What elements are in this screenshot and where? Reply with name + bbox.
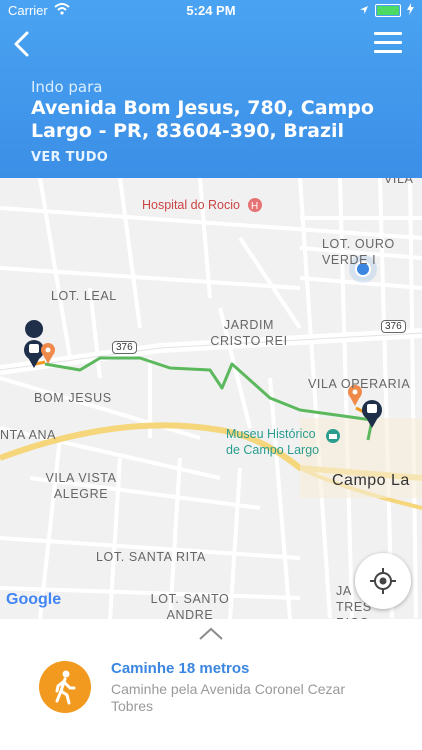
status-right bbox=[359, 3, 414, 18]
map-label-lot-leal: LOT. LEAL bbox=[51, 289, 117, 303]
step-subtitle: Caminhe pela Avenida Coronel Cezar Tobre… bbox=[111, 681, 345, 714]
map-label-lot-santa-rita: LOT. SANTA RITA bbox=[96, 550, 206, 564]
back-arrow-icon[interactable] bbox=[12, 30, 32, 58]
route-shield: 376 bbox=[112, 341, 137, 354]
map-label-santa-ana: NTA ANA bbox=[0, 428, 57, 442]
map-label-bom-jesus: BOM JESUS bbox=[34, 391, 112, 405]
battery-icon bbox=[375, 4, 401, 17]
chevron-up-icon[interactable] bbox=[198, 626, 224, 640]
locate-button[interactable] bbox=[355, 553, 411, 609]
map-label-lot-ouro-verde: LOT. OURO VERDE I bbox=[322, 237, 395, 267]
step-title: Caminhe 18 metros bbox=[111, 660, 250, 677]
header: Carrier 5:24 PM Indo para Avenida Bom Je… bbox=[0, 0, 422, 178]
status-bar: Carrier 5:24 PM bbox=[0, 0, 422, 22]
museum-icon bbox=[326, 429, 340, 443]
menu-icon[interactable] bbox=[374, 32, 402, 54]
map-label-hospital: Hospital do Rocio bbox=[142, 198, 240, 212]
map-label-jardim-cristo-rei: JARDIM CRISTO REI bbox=[210, 318, 288, 348]
google-logo: Google bbox=[6, 591, 62, 608]
map-label-museum: Museu Histórico de Campo Largo bbox=[226, 427, 320, 457]
map-label-vila: VILA bbox=[384, 178, 414, 186]
walking-icon bbox=[39, 661, 91, 713]
charging-icon bbox=[407, 3, 414, 18]
locate-icon bbox=[370, 568, 396, 594]
map-label-campo-largo: Campo La bbox=[332, 472, 410, 489]
map-label-vila-vista-alegre: VILA VISTA ALEGRE bbox=[45, 471, 117, 501]
destination-address: Avenida Bom Jesus, 780, Campo Largo - PR… bbox=[31, 97, 374, 142]
svg-text:H: H bbox=[251, 201, 258, 212]
see-all-button[interactable]: VER TUDO bbox=[31, 150, 108, 165]
location-arrow-icon bbox=[359, 3, 369, 18]
route-shield: 376 bbox=[381, 320, 406, 333]
map-label-vila-operaria: VILA OPERARIA bbox=[308, 377, 411, 391]
hospital-icon: H bbox=[248, 198, 262, 212]
map-label-lot-santo-andre: LOT. SANTO ANDRE bbox=[150, 592, 230, 619]
going-to-label: Indo para bbox=[31, 78, 103, 96]
